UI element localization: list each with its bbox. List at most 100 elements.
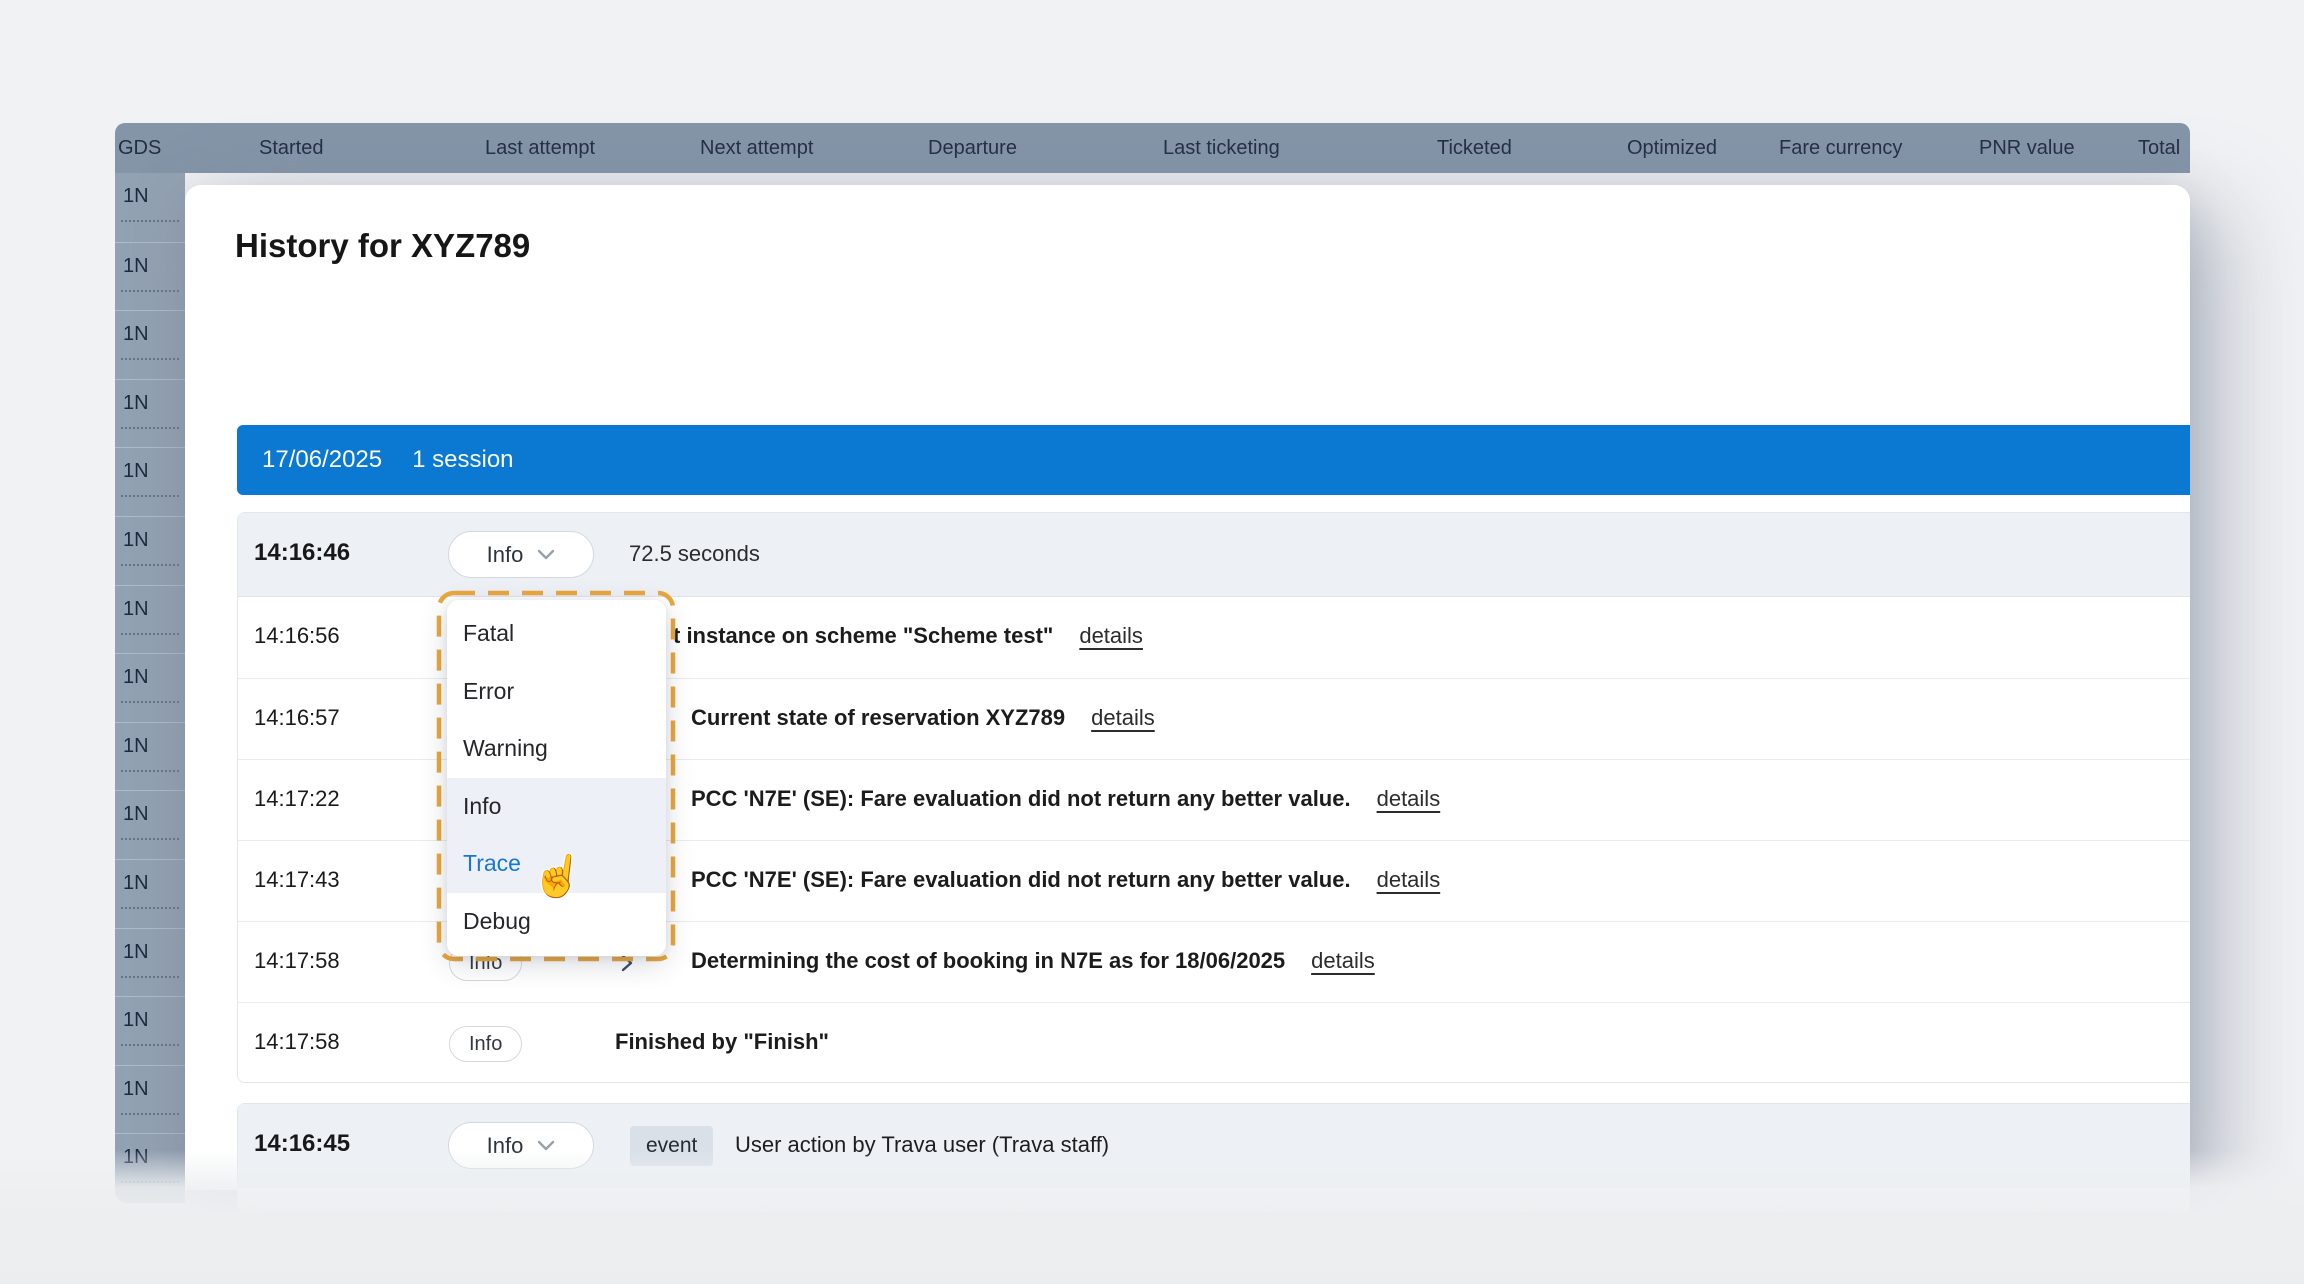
session-header: 14:16:46 Info 72.5 seconds [238, 513, 2190, 597]
menu-item-info[interactable]: Info [447, 778, 666, 836]
gds-dotted-underline [121, 1044, 179, 1046]
session-2-time: 14:16:45 [254, 1130, 350, 1158]
gds-cell: 1N [123, 941, 149, 964]
gds-dotted-underline [121, 1181, 179, 1183]
log-message: Current state of reservation XYZ789detai… [691, 705, 1155, 731]
table-row: 1N [115, 1133, 185, 1202]
column-header-gds: GDS [118, 137, 161, 160]
log-time: 14:17:22 [254, 786, 340, 812]
menu-item-warning[interactable]: Warning [447, 720, 666, 778]
gds-dotted-underline [121, 907, 179, 909]
log-message: PCC 'N7E' (SE): Fare evaluation did not … [691, 867, 1440, 893]
details-link[interactable]: details [1311, 948, 1375, 973]
menu-item-error[interactable]: Error [447, 663, 666, 721]
gds-dotted-underline [121, 427, 179, 429]
column-header-fare-currency: Fare currency [1779, 137, 1902, 160]
column-header-last-ticketing: Last ticketing [1163, 137, 1280, 160]
log-message: Determining the cost of booking in N7E a… [691, 948, 1375, 974]
gds-dotted-underline [121, 495, 179, 497]
log-time: 14:17:58 [254, 1029, 340, 1055]
log-row: 14:17:58 Info Finished by "Finish" [238, 1002, 2190, 1083]
event-tag: event [630, 1126, 713, 1166]
column-header-total: Total [2138, 137, 2180, 160]
table-row: 1N [115, 242, 185, 311]
gds-cell: 1N [123, 1146, 149, 1169]
gds-dotted-underline [121, 290, 179, 292]
level-filter-2-value: Info [487, 1133, 524, 1159]
page-title: History for XYZ789 [235, 227, 530, 265]
gds-dotted-underline [121, 838, 179, 840]
details-link[interactable]: details [1377, 867, 1441, 892]
log-message: t instance on scheme "Scheme test"detail… [673, 623, 1143, 649]
log-message: PCC 'N7E' (SE): Fare evaluation did not … [691, 786, 1440, 812]
session-2-header: 14:16:45 Info event User action by Trava… [238, 1104, 2190, 1188]
gds-dotted-underline [121, 633, 179, 635]
session-panel-2: 14:16:45 Info event User action by Trava… [237, 1103, 2190, 1213]
gds-cell: 1N [123, 460, 149, 483]
gds-cell: 1N [123, 735, 149, 758]
column-header-pnr-value: PNR value [1979, 137, 2075, 160]
table-row: 1N [115, 379, 185, 448]
table-row: 1N [115, 447, 185, 516]
log-time: 14:17:58 [254, 948, 340, 974]
background-table-header: GDS Started Last attempt Next attempt Depart… [115, 123, 2190, 173]
table-row: 1N [115, 585, 185, 654]
column-header-next-attempt: Next attempt [700, 137, 813, 160]
menu-item-debug[interactable]: Debug [447, 893, 666, 951]
log-time: 14:16:56 [254, 623, 340, 649]
details-link[interactable]: details [1079, 623, 1143, 648]
session-count: 1 session [412, 446, 513, 474]
column-header-started: Started [259, 137, 323, 160]
session-group-bar[interactable]: 17/06/2025 1 session [237, 425, 2190, 495]
expand-chevron-icon[interactable] [618, 953, 638, 973]
session-date: 17/06/2025 [262, 446, 382, 474]
gds-cell: 1N [123, 803, 149, 826]
table-row: 1N [115, 1065, 185, 1134]
background-table-gds-column: 1N 1N 1N 1N 1N 1N 1N 1N 1N 1N 1N 1N 1N 1N 1N [115, 173, 185, 1203]
gds-dotted-underline [121, 564, 179, 566]
gds-cell: 1N [123, 666, 149, 689]
column-header-optimized: Optimized [1627, 137, 1717, 160]
details-link[interactable]: details [1091, 705, 1155, 730]
log-time: 14:16:57 [254, 705, 340, 731]
gds-dotted-underline [121, 220, 179, 222]
gds-cell: 1N [123, 1078, 149, 1101]
gds-cell: 1N [123, 529, 149, 552]
gds-dotted-underline [121, 1113, 179, 1115]
gds-cell: 1N [123, 872, 149, 895]
chevron-down-icon [537, 1140, 555, 1152]
table-row: 1N [115, 653, 185, 722]
menu-item-trace[interactable]: Trace [447, 835, 666, 893]
details-link[interactable]: details [1377, 786, 1441, 811]
table-row: 1N [115, 790, 185, 859]
gds-dotted-underline [121, 976, 179, 978]
menu-item-fatal[interactable]: Fatal [447, 605, 666, 663]
table-row: 1N [115, 516, 185, 585]
log-time: 14:17:43 [254, 867, 340, 893]
gds-dotted-underline [121, 701, 179, 703]
log-level-badge: Info [449, 1026, 522, 1062]
gds-cell: 1N [123, 392, 149, 415]
gds-cell: 1N [123, 255, 149, 278]
level-filter-dropdown[interactable]: Info [448, 531, 594, 578]
gds-cell: 1N [123, 323, 149, 346]
gds-cell: 1N [123, 185, 149, 208]
table-row: 1N [115, 722, 185, 791]
column-header-ticketed: Ticketed [1437, 137, 1512, 160]
log-message: Finished by "Finish" [615, 1029, 829, 1055]
level-filter-value: Info [487, 542, 524, 568]
session-time: 14:16:46 [254, 539, 350, 567]
column-header-last-attempt: Last attempt [485, 137, 595, 160]
table-row: 1N [115, 310, 185, 379]
chevron-down-icon [537, 549, 555, 561]
table-row: 1N [115, 173, 185, 242]
table-row: 1N [115, 928, 185, 997]
table-row: 1N [115, 859, 185, 928]
gds-cell: 1N [123, 1009, 149, 1032]
session-duration: 72.5 seconds [629, 541, 760, 567]
table-row: 1N [115, 996, 185, 1065]
gds-dotted-underline [121, 358, 179, 360]
column-header-departure: Departure [928, 137, 1017, 160]
level-filter-dropdown-2[interactable]: Info [448, 1122, 594, 1169]
gds-cell: 1N [123, 598, 149, 621]
